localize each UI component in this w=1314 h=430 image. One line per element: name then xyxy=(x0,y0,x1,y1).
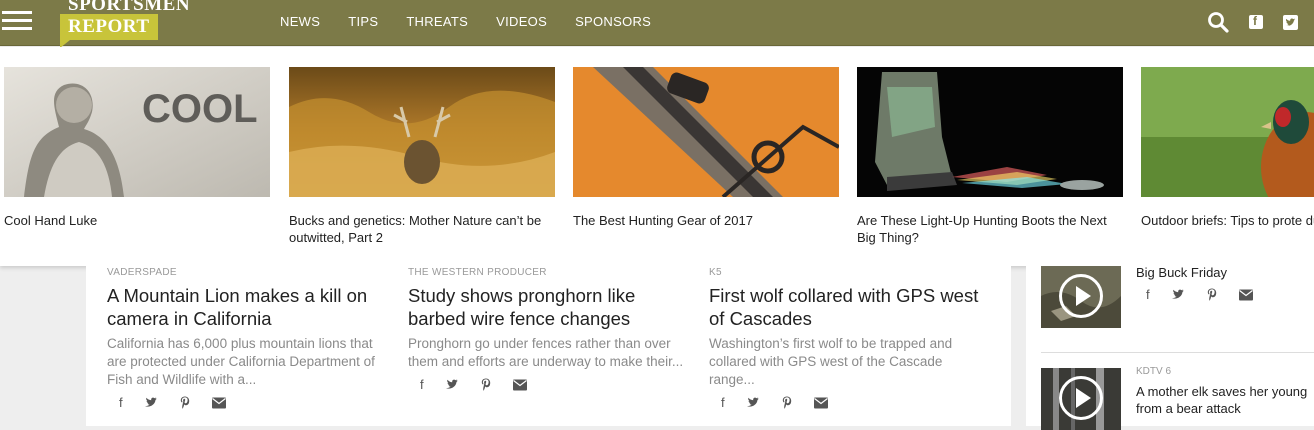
play-icon[interactable] xyxy=(1059,274,1103,318)
facebook-icon[interactable]: f xyxy=(721,395,725,410)
article-title[interactable]: First wolf collared with GPS west of Cas… xyxy=(709,284,989,330)
featured-card[interactable]: The Best Hunting Gear of 2017 xyxy=(573,67,839,229)
share-bar: f xyxy=(119,395,387,410)
nav-threats[interactable]: THREATS xyxy=(406,14,468,29)
nav-videos[interactable]: VIDEOS xyxy=(496,14,547,29)
featured-card[interactable]: Bucks and genetics: Mother Nature can’t … xyxy=(289,67,555,246)
featured-image-crossbow[interactable] xyxy=(573,67,839,197)
main-nav: NEWS TIPS THREATS VIDEOS SPONSORS xyxy=(280,14,679,29)
video-thumbnail[interactable] xyxy=(1041,368,1121,430)
sidebar-video-title[interactable]: A mother elk saves her young from a bear… xyxy=(1136,383,1314,417)
featured-title[interactable]: Bucks and genetics: Mother Nature can’t … xyxy=(289,212,555,246)
nav-tips[interactable]: TIPS xyxy=(348,14,378,29)
featured-title[interactable]: Cool Hand Luke xyxy=(4,212,270,229)
pinterest-icon[interactable] xyxy=(782,396,792,409)
featured-title[interactable]: The Best Hunting Gear of 2017 xyxy=(573,212,839,229)
article-excerpt: Washington’s first wolf to be trapped an… xyxy=(709,336,953,387)
featured-strip: COOL HAND LUKE Cool Hand Luke Bucks and … xyxy=(0,47,1314,266)
featured-image-boots[interactable] xyxy=(857,67,1123,197)
article-grid: VADERSPADE A Mountain Lion makes a kill … xyxy=(86,266,1011,426)
article-excerpt: Pronghorn go under fences rather than ov… xyxy=(408,336,684,369)
twitter-icon[interactable] xyxy=(1171,289,1185,300)
email-icon[interactable] xyxy=(211,397,226,409)
logo-tag[interactable]: REPORT xyxy=(60,14,158,48)
featured-image-deer[interactable] xyxy=(289,67,555,197)
video-sidebar: Big Buck Friday f KDTV 6 A mother elk sa… xyxy=(1026,264,1314,430)
search-icon[interactable] xyxy=(1207,11,1229,33)
share-bar: f xyxy=(420,377,688,392)
twitter-icon[interactable] xyxy=(445,379,459,390)
facebook-icon[interactable]: f xyxy=(1146,287,1150,302)
twitter-icon[interactable] xyxy=(1283,14,1298,30)
nav-sponsors[interactable]: SPONSORS xyxy=(575,14,651,29)
share-bar: f xyxy=(721,395,989,410)
article-card: K5 First wolf collared with GPS west of … xyxy=(709,266,989,410)
featured-image-text: COOL HAND LUKE xyxy=(142,87,270,131)
featured-title[interactable]: Are These Light-Up Hunting Boots the Nex… xyxy=(857,212,1123,246)
article-card: THE WESTERN PRODUCER Study shows prongho… xyxy=(408,266,688,392)
twitter-icon[interactable] xyxy=(746,397,760,408)
sidebar-video-source: KDTV 6 xyxy=(1136,366,1172,377)
facebook-icon[interactable] xyxy=(1249,14,1263,29)
featured-card[interactable]: Outdoor briefs: Tips to prote during hay… xyxy=(1141,67,1314,229)
featured-card[interactable]: COOL HAND LUKE Cool Hand Luke xyxy=(4,67,270,229)
play-icon[interactable] xyxy=(1059,376,1103,420)
article-source: VADERSPADE xyxy=(107,267,177,278)
menu-icon[interactable] xyxy=(2,11,32,31)
featured-image-cool-hand-luke[interactable]: COOL HAND LUKE xyxy=(4,67,270,197)
share-bar: f xyxy=(1146,287,1314,302)
top-navigation-bar: SPORTSMEN REPORT NEWS TIPS THREATS VIDEO… xyxy=(0,0,1314,48)
sidebar-video-text: Big Buck Friday f xyxy=(1136,264,1314,302)
article-title[interactable]: A Mountain Lion makes a kill on camera i… xyxy=(107,284,387,330)
email-icon[interactable] xyxy=(813,397,828,409)
pinterest-icon[interactable] xyxy=(1207,288,1217,301)
sidebar-video-title[interactable]: Big Buck Friday xyxy=(1136,264,1314,281)
nav-news[interactable]: NEWS xyxy=(280,14,320,29)
header-icons xyxy=(1187,11,1298,33)
facebook-icon[interactable]: f xyxy=(119,395,123,410)
article-title[interactable]: Study shows pronghorn like barbed wire f… xyxy=(408,284,688,330)
pinterest-icon[interactable] xyxy=(481,378,491,391)
article-source: K5 xyxy=(709,267,722,278)
featured-card[interactable]: Are These Light-Up Hunting Boots the Nex… xyxy=(857,67,1123,246)
video-thumbnail[interactable] xyxy=(1041,266,1121,328)
article-excerpt: California has 6,000 plus mountain lions… xyxy=(107,336,375,387)
featured-image-pheasant[interactable] xyxy=(1141,67,1314,197)
email-icon[interactable] xyxy=(512,379,527,391)
pinterest-icon[interactable] xyxy=(180,396,190,409)
sidebar-video-text: KDTV 6 A mother elk saves her young from… xyxy=(1136,366,1314,417)
article-card: VADERSPADE A Mountain Lion makes a kill … xyxy=(107,266,387,410)
facebook-icon[interactable]: f xyxy=(420,377,424,392)
twitter-icon[interactable] xyxy=(144,397,158,408)
email-icon[interactable] xyxy=(1238,289,1253,301)
article-source: THE WESTERN PRODUCER xyxy=(408,267,547,278)
featured-title[interactable]: Outdoor briefs: Tips to prote during hay… xyxy=(1141,212,1314,229)
sidebar-divider xyxy=(1041,352,1314,353)
